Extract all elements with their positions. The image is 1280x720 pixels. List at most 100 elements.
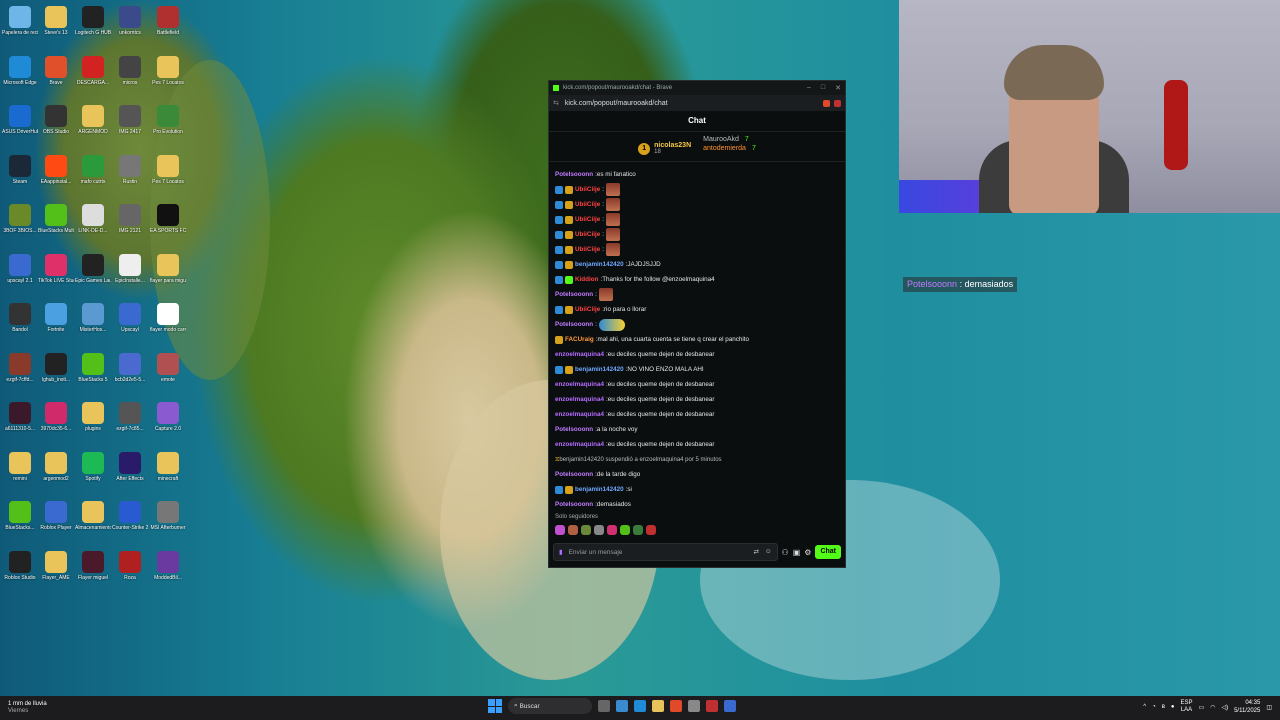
desktop-icon[interactable]: remini xyxy=(2,450,38,496)
weather-widget[interactable]: 1 mm de lluvia Viernes xyxy=(8,701,47,715)
emoji-icon[interactable]: ☺ xyxy=(765,548,772,556)
chat-message[interactable]: Potelsooonn: es mi fanatico xyxy=(555,167,841,182)
chat-message[interactable]: Kiddion: Thanks for the follow @enzoelma… xyxy=(555,272,841,287)
desktop-icon[interactable]: a6111310-5... xyxy=(2,400,38,446)
desktop-icon[interactable]: micros xyxy=(112,54,148,100)
desktop-icon[interactable]: flayer modo carrera xyxy=(150,301,186,347)
chat-username[interactable]: enzoelmaquina4 xyxy=(555,411,604,418)
chat-message[interactable]: UbiiCiije: rio para o llorar xyxy=(555,302,841,317)
window-titlebar[interactable]: kick.com/popout/maurooakd/chat - Brave –… xyxy=(549,81,845,95)
desktop-icon[interactable]: emote xyxy=(150,351,186,397)
chat-message[interactable]: Potelsooonn: xyxy=(555,287,841,302)
emote-icon[interactable] xyxy=(555,525,565,535)
chat-message[interactable]: UbiiCiije: xyxy=(555,182,841,197)
task-view-icon[interactable] xyxy=(598,700,610,712)
chat-username[interactable]: UbiiCiije xyxy=(575,246,600,253)
desktop-icon[interactable]: Capture 2.0 xyxy=(150,400,186,446)
maximize-icon[interactable]: □ xyxy=(821,84,825,92)
desktop-icon[interactable]: Fortnite xyxy=(38,301,74,347)
chat-message[interactable]: benjamin142420: JAJDJSJJD xyxy=(555,257,841,272)
chat-message-list[interactable]: Potelsooonn: es mi fanatico UbiiCiije: Ub… xyxy=(555,167,841,512)
chat-message[interactable]: Potelsooonn: de la tarde digo xyxy=(555,467,841,482)
chat-message[interactable]: enzoelmaquina4: eu deciles queme dejen d… xyxy=(555,407,841,422)
chat-message[interactable]: enzoelmaquina4: eu deciles queme dejen d… xyxy=(555,437,841,452)
close-icon[interactable]: ✕ xyxy=(835,84,841,92)
desktop-icon[interactable]: Pes 7 Locatos xyxy=(150,54,186,100)
desktop-icon[interactable]: Epic Games Launcher xyxy=(75,252,111,298)
chevron-up-icon[interactable]: ^ xyxy=(1143,704,1146,710)
desktop-icon[interactable]: BlueStacks Multi-Insta... xyxy=(38,202,74,248)
desktop-icon[interactable]: BlueStacks... xyxy=(2,499,38,545)
chat-message[interactable]: Potelsooonn: a la noche voy xyxy=(555,422,841,437)
edge-icon[interactable] xyxy=(634,700,646,712)
chat-message[interactable]: enzoelmaquina4: eu deciles queme dejen d… xyxy=(555,392,841,407)
desktop-icon[interactable]: ASUS DriverHub xyxy=(2,103,38,149)
chat-username[interactable]: Potelsooonn xyxy=(555,501,593,508)
chat-username[interactable]: UbiiCiije xyxy=(575,306,600,313)
chat-username[interactable]: benjamin142420 xyxy=(575,261,624,268)
desktop-icon[interactable]: Battlefield xyxy=(150,4,186,50)
chat-username[interactable]: UbiiCiije xyxy=(575,186,600,193)
notifications-icon[interactable]: ◫ xyxy=(1266,704,1272,711)
emote-icon[interactable] xyxy=(594,525,604,535)
microphone-icon[interactable]: ▮ xyxy=(559,548,563,556)
gift-icon[interactable]: ▣ xyxy=(793,548,801,557)
desktop-icon[interactable]: ezgif-7c85... xyxy=(112,400,148,446)
settings-gear-icon[interactable]: ⚙ xyxy=(804,548,811,557)
desktop-icon[interactable]: Roblox Player xyxy=(38,499,74,545)
desktop-icon[interactable]: 3BOF 3BIOS... xyxy=(2,202,38,248)
desktop-icon[interactable]: argenmod2 xyxy=(38,450,74,496)
desktop-icon[interactable]: DESCARGA... xyxy=(75,54,111,100)
chat-input-placeholder[interactable]: Enviar un mensaje xyxy=(569,549,623,556)
desktop-icon[interactable]: plugins xyxy=(75,400,111,446)
desktop-icon[interactable]: Spotify xyxy=(75,450,111,496)
desktop-icon[interactable]: Papelera de reciclaje xyxy=(2,4,38,50)
desktop-icon[interactable]: flayer para miguel xyxy=(150,252,186,298)
desktop-icon[interactable]: Rustin xyxy=(112,153,148,199)
monitor-icon[interactable]: ▭ xyxy=(1199,704,1205,711)
chat-message[interactable]: UbiiCiije: xyxy=(555,212,841,227)
points-icon[interactable]: ⚇ xyxy=(782,548,789,557)
chat-username[interactable]: enzoelmaquina4 xyxy=(555,396,604,403)
chat-message[interactable]: FACUraig: mal ahi, una cuarta cuenta se … xyxy=(555,332,841,347)
system-message[interactable]: ⧖ benjamin142420 suspendió a enzoelmaqui… xyxy=(555,452,841,467)
widgets-icon[interactable] xyxy=(616,700,628,712)
brave-rewards-icon[interactable] xyxy=(834,99,841,107)
desktop-icon[interactable]: TikTok LIVE Studio xyxy=(38,252,74,298)
brave-icon[interactable] xyxy=(670,700,682,712)
chat-message[interactable]: UbiiCiije: xyxy=(555,197,841,212)
chat-username[interactable]: UbiiCiije xyxy=(575,216,600,223)
chat-message[interactable]: Potelsooonn: xyxy=(555,317,841,332)
site-info-icon[interactable]: ⇆ xyxy=(553,99,559,107)
gifter-row[interactable]: antodemierda 7 xyxy=(703,145,756,152)
desktop-icon[interactable]: ezgif-7cffd... xyxy=(2,351,38,397)
chat-username[interactable]: UbiiCiije xyxy=(575,231,600,238)
desktop-icon[interactable]: Pes 7 Locatos xyxy=(150,153,186,199)
quick-emote-bar[interactable] xyxy=(555,525,656,535)
desktop-icon[interactable]: Counter-Strike 2 xyxy=(112,499,148,545)
chat-message[interactable]: UbiiCiije: xyxy=(555,227,841,242)
desktop-icon[interactable]: EpicInstalle... xyxy=(112,252,148,298)
desktop-icon[interactable]: ARGENMOD xyxy=(75,103,111,149)
microphone-tray-icon[interactable]: ● xyxy=(1171,704,1175,710)
desktop-icon[interactable]: Bandol xyxy=(2,301,38,347)
desktop-icon[interactable]: ModdedBil... xyxy=(150,549,186,595)
windows-start-icon[interactable] xyxy=(488,699,502,713)
chat-username[interactable]: Potelsooonn xyxy=(555,291,593,298)
chat-username[interactable]: enzoelmaquina4 xyxy=(555,381,604,388)
chat-message[interactable]: enzoelmaquina4: eu deciles queme dejen d… xyxy=(555,347,841,362)
chat-message[interactable]: benjamin142420: si xyxy=(555,482,841,497)
desktop-icon[interactable]: OBS Studio xyxy=(38,103,74,149)
chat-username[interactable]: enzoelmaquina4 xyxy=(555,441,604,448)
desktop-icon[interactable]: bcb2d2e5-5... xyxy=(112,351,148,397)
obs-icon[interactable] xyxy=(688,700,700,712)
emote-icon[interactable] xyxy=(620,525,630,535)
send-chat-button[interactable]: Chat xyxy=(815,545,841,559)
chat-username[interactable]: Kiddion xyxy=(575,276,598,283)
chat-message[interactable]: UbiiCiije: xyxy=(555,242,841,257)
emote-icon[interactable] xyxy=(607,525,617,535)
desktop-icon[interactable]: IMG 2121 xyxy=(112,202,148,248)
network-icon[interactable]: ◔ xyxy=(1152,704,1156,710)
desktop-icon[interactable]: After Effects xyxy=(112,450,148,496)
desktop-icon[interactable]: IMG 2417 xyxy=(112,103,148,149)
